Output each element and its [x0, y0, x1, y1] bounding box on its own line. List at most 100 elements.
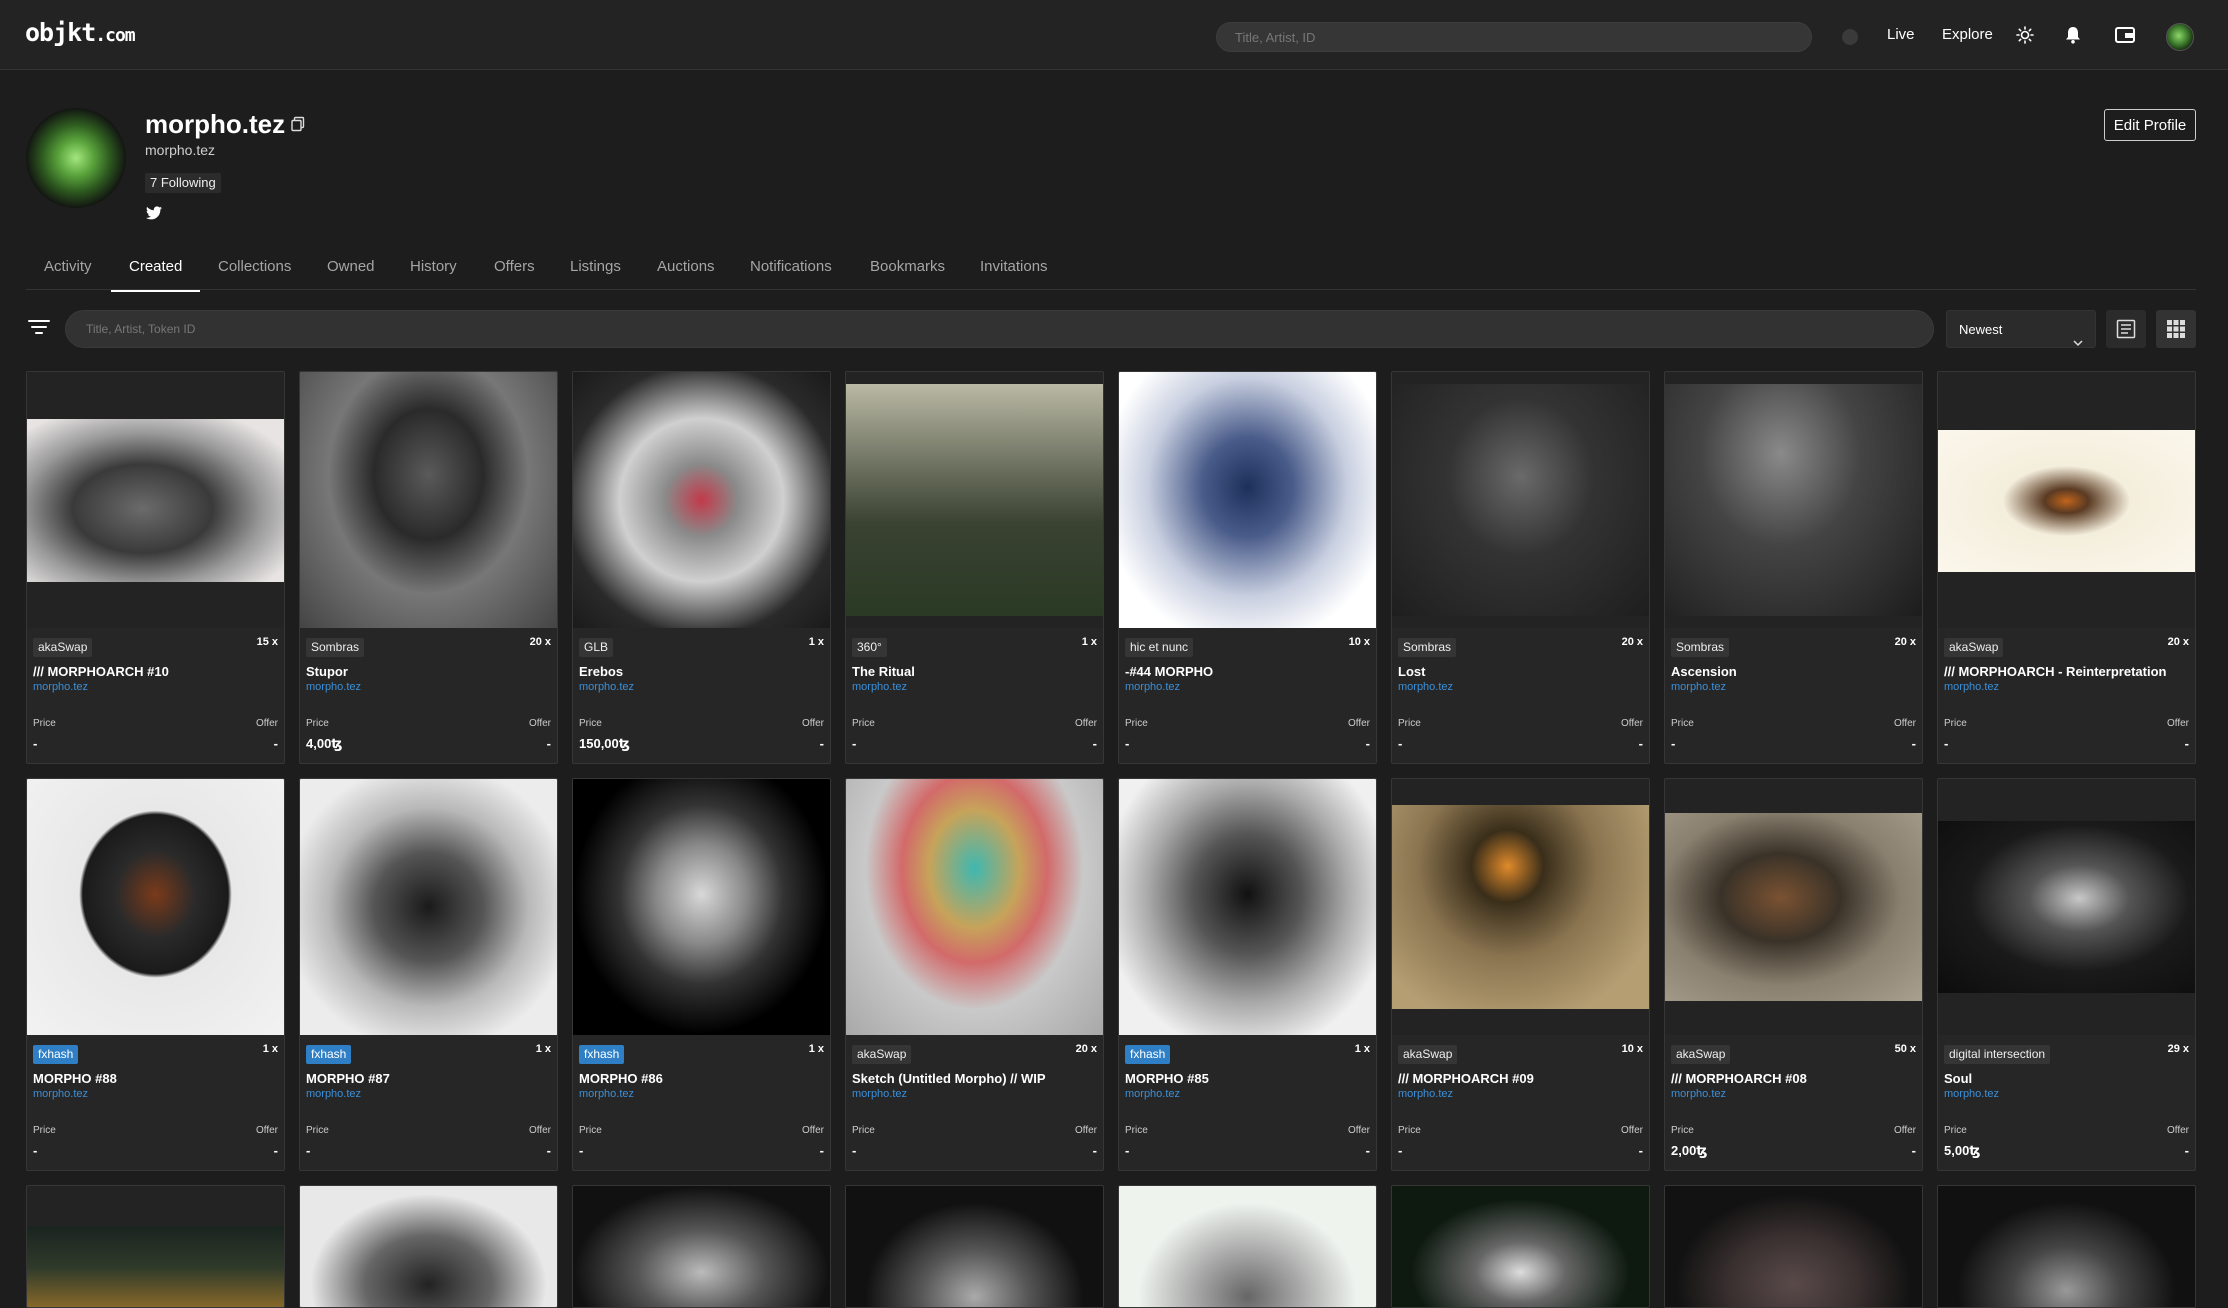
profile-handle: morpho.tez	[145, 142, 216, 158]
artist-link[interactable]: morpho.tez	[1944, 1088, 1999, 1100]
offer-value: -	[1365, 1143, 1370, 1158]
token-card[interactable]	[1664, 1185, 1923, 1308]
artist-link[interactable]: morpho.tez	[33, 681, 88, 693]
token-card[interactable]	[572, 1185, 831, 1308]
objkt-logo[interactable]: objkt.com	[25, 18, 136, 47]
tab-notifications[interactable]: Notifications	[750, 258, 832, 287]
edit-profile-button[interactable]: Edit Profile	[2104, 109, 2196, 141]
token-card[interactable]: akaSwap 50 x /// MORPHOARCH #08 morpho.t…	[1664, 778, 1923, 1171]
token-title: -#44 MORPHO	[1125, 664, 1214, 679]
token-card[interactable]: 360° 1 x The Ritual morpho.tez Price Off…	[845, 371, 1104, 764]
offer-value: -	[1638, 1143, 1643, 1158]
offer-label: Offer	[801, 1125, 824, 1136]
logo-main: objkt	[25, 18, 96, 47]
token-thumbnail	[1938, 372, 2195, 628]
price-label: Price	[33, 1125, 56, 1136]
token-thumbnail	[1938, 779, 2195, 1035]
sort-dropdown[interactable]: Newest	[1946, 310, 2096, 348]
token-thumbnail	[1665, 779, 1922, 1035]
token-title: Ascension	[1671, 664, 1737, 679]
token-title: MORPHO #88	[33, 1071, 117, 1086]
token-card[interactable]: fxhash 1 x MORPHO #88 morpho.tez Price O…	[26, 778, 285, 1171]
token-card[interactable]	[1391, 1185, 1650, 1308]
tab-activity[interactable]: Activity	[44, 258, 92, 287]
token-card[interactable]: fxhash 1 x MORPHO #87 morpho.tez Price O…	[299, 778, 558, 1171]
artist-link[interactable]: morpho.tez	[852, 681, 907, 693]
artist-link[interactable]: morpho.tez	[1671, 1088, 1726, 1100]
artist-link[interactable]: morpho.tez	[579, 1088, 634, 1100]
tab-invitations[interactable]: Invitations	[980, 258, 1048, 287]
token-card[interactable]	[1118, 1185, 1377, 1308]
tab-offers[interactable]: Offers	[494, 258, 535, 287]
tab-bookmarks[interactable]: Bookmarks	[870, 258, 945, 287]
token-card[interactable]: Sombras 20 x Ascension morpho.tez Price …	[1664, 371, 1923, 764]
price-value: -	[1944, 736, 1949, 751]
nav-explore-link[interactable]: Explore	[1942, 26, 1993, 43]
token-card[interactable]: akaSwap 15 x /// MORPHOARCH #10 morpho.t…	[26, 371, 285, 764]
token-card[interactable]: akaSwap 20 x /// MORPHOARCH - Reinterpre…	[1937, 371, 2196, 764]
filter-icon[interactable]	[28, 318, 50, 336]
tab-auctions[interactable]: Auctions	[657, 258, 715, 287]
offer-label: Offer	[2166, 718, 2189, 729]
platform-badge: Sombras	[1398, 638, 1457, 657]
artist-link[interactable]: morpho.tez	[852, 1088, 907, 1100]
grid-view-button[interactable]	[2156, 310, 2196, 348]
price-value: 150,00ꜩ	[579, 736, 630, 751]
token-title: Stupor	[306, 664, 348, 679]
offer-label: Offer	[1074, 718, 1097, 729]
artist-link[interactable]: morpho.tez	[1125, 681, 1180, 693]
token-card[interactable]: GLB 1 x Erebos morpho.tez Price Offer 15…	[572, 371, 831, 764]
platform-badge: akaSwap	[1671, 1045, 1731, 1064]
token-card[interactable]	[299, 1185, 558, 1308]
token-thumbnail	[846, 779, 1103, 1035]
twitter-icon[interactable]	[146, 206, 162, 220]
artist-link[interactable]: morpho.tez	[1671, 681, 1726, 693]
account-avatar[interactable]	[2166, 23, 2194, 51]
artist-link[interactable]: morpho.tez	[579, 681, 634, 693]
edition-count: 50 x	[1894, 1043, 1916, 1055]
artist-link[interactable]: morpho.tez	[306, 681, 361, 693]
token-card[interactable]: Sombras 20 x Lost morpho.tez Price Offer…	[1391, 371, 1650, 764]
tab-created[interactable]: Created	[111, 258, 201, 292]
tab-collections[interactable]: Collections	[218, 258, 291, 287]
artist-link[interactable]: morpho.tez	[33, 1088, 88, 1100]
copy-icon[interactable]	[290, 116, 306, 132]
artist-link[interactable]: morpho.tez	[1398, 681, 1453, 693]
token-search-input[interactable]	[65, 310, 1934, 348]
token-card[interactable]	[26, 1185, 285, 1308]
token-card[interactable]: akaSwap 20 x Sketch (Untitled Morpho) //…	[845, 778, 1104, 1171]
tab-history[interactable]: History	[410, 258, 457, 287]
tab-owned[interactable]: Owned	[327, 258, 375, 287]
token-thumbnail	[300, 372, 557, 628]
token-title: /// MORPHOARCH #10	[33, 664, 169, 679]
edition-count: 1 x	[1081, 636, 1097, 648]
token-card[interactable]: hic et nunc 10 x -#44 MORPHO morpho.tez …	[1118, 371, 1377, 764]
platform-badge: digital intersection	[1944, 1045, 2051, 1064]
sun-icon[interactable]	[2012, 22, 2038, 48]
artist-link[interactable]: morpho.tez	[1125, 1088, 1180, 1100]
live-status-indicator	[1842, 29, 1858, 45]
artist-link[interactable]: morpho.tez	[306, 1088, 361, 1100]
token-card[interactable]	[1937, 1185, 2196, 1308]
artist-link[interactable]: morpho.tez	[1398, 1088, 1453, 1100]
token-card[interactable]: fxhash 1 x MORPHO #86 morpho.tez Price O…	[572, 778, 831, 1171]
token-thumbnail	[846, 372, 1103, 628]
token-card[interactable]: Sombras 20 x Stupor morpho.tez Price Off…	[299, 371, 558, 764]
token-card[interactable]: fxhash 1 x MORPHO #85 morpho.tez Price O…	[1118, 778, 1377, 1171]
token-card[interactable]: digital intersection 29 x Soul morpho.te…	[1937, 778, 2196, 1171]
global-search-input[interactable]	[1216, 22, 1812, 52]
platform-badge: fxhash	[33, 1045, 79, 1064]
token-card[interactable]: akaSwap 10 x /// MORPHOARCH #09 morpho.t…	[1391, 778, 1650, 1171]
wallet-icon[interactable]	[2112, 22, 2138, 48]
nav-live-link[interactable]: Live	[1887, 26, 1915, 43]
price-label: Price	[1398, 718, 1421, 729]
offer-value: -	[1092, 736, 1097, 751]
tab-listings[interactable]: Listings	[570, 258, 621, 287]
token-card[interactable]	[845, 1185, 1104, 1308]
edition-count: 10 x	[1621, 1043, 1643, 1055]
profile-avatar	[26, 108, 126, 208]
following-count[interactable]: 7 Following	[145, 173, 221, 193]
bell-icon[interactable]	[2060, 22, 2086, 48]
artist-link[interactable]: morpho.tez	[1944, 681, 1999, 693]
list-view-button[interactable]	[2106, 310, 2146, 348]
